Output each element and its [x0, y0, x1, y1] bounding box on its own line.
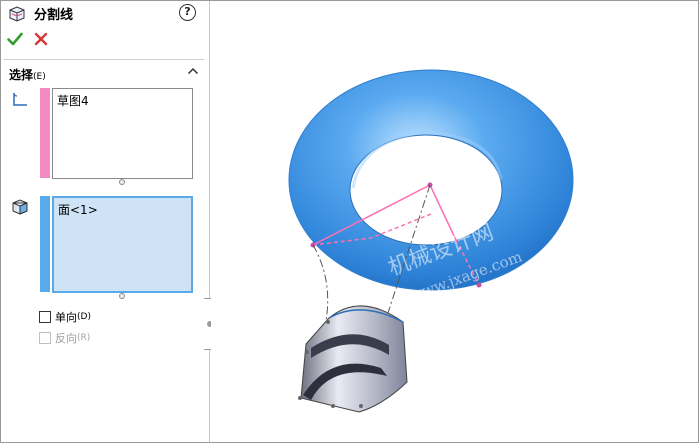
face-selection-item[interactable]: 面<1> [58, 203, 98, 217]
panel-title: 分割线 [34, 8, 74, 23]
sketch-selection-box[interactable]: 草图4 [52, 88, 193, 179]
face-color-strip [40, 196, 50, 292]
sketch-selection-item[interactable]: 草图4 [57, 94, 89, 108]
face-icon [12, 199, 28, 215]
panel-header: 分割线 ? [8, 3, 203, 23]
chevron-up-icon[interactable] [187, 66, 199, 76]
property-manager-panel: 分割线 ? 选择(E) 草图4 面<1> 单向 (D) 反向 (R) [0, 0, 210, 443]
reverse-checkbox [39, 332, 51, 344]
face-selection-box[interactable]: 面<1> [52, 196, 193, 293]
ok-button[interactable] [7, 31, 23, 47]
cylinder-part[interactable] [298, 305, 408, 413]
sketch-icon [13, 92, 27, 106]
model-scene[interactable] [211, 0, 699, 443]
sketch-box-resize-handle[interactable] [119, 179, 125, 185]
cancel-button[interactable] [33, 31, 49, 47]
face-box-resize-handle[interactable] [119, 293, 125, 299]
divider [4, 59, 204, 60]
single-direction-option[interactable]: 单向 (D) [39, 309, 91, 325]
graphics-viewport[interactable]: 机械设计网 www.jxage.com [211, 0, 699, 443]
reverse-option: 反向 (R) [39, 330, 90, 346]
sketch-color-strip [40, 88, 50, 178]
help-icon[interactable]: ? [179, 4, 196, 21]
selection-group-title[interactable]: 选择(E) [9, 66, 46, 83]
split-line-icon [9, 6, 25, 22]
single-direction-checkbox[interactable] [39, 311, 51, 323]
